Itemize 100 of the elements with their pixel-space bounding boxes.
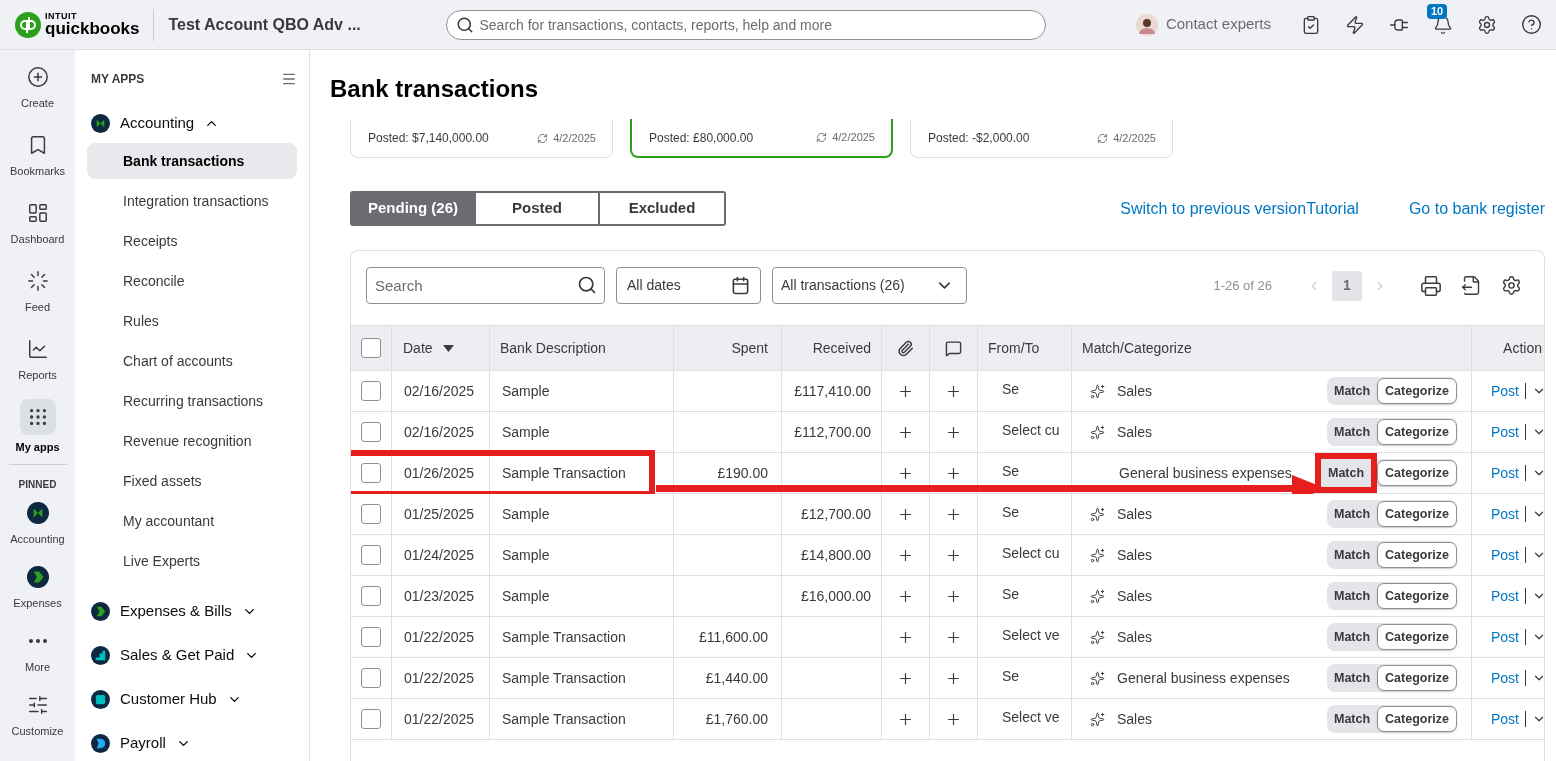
post-link[interactable]: Post: [1491, 421, 1519, 443]
export-icon[interactable]: [1461, 275, 1482, 296]
row-checkbox[interactable]: [361, 627, 381, 647]
categorize-button[interactable]: Categorize: [1377, 419, 1457, 445]
column-header[interactable]: Date: [392, 326, 490, 370]
sidebar-item[interactable]: Reconcile: [87, 263, 297, 299]
rail-label: Expenses: [13, 597, 62, 609]
company-name[interactable]: Test Account QBO Adv ...: [168, 12, 429, 37]
app-section[interactable]: Expenses & Bills: [87, 589, 257, 633]
rail-item[interactable]: Create: [0, 52, 75, 120]
bank-register-link[interactable]: Go to bank register: [1408, 196, 1545, 221]
column-header[interactable]: Received: [782, 326, 882, 370]
rail-item[interactable]: Dashboard: [0, 188, 75, 256]
print-icon[interactable]: [1420, 274, 1442, 297]
categorize-button[interactable]: Categorize: [1377, 378, 1457, 404]
row-checkbox[interactable]: [361, 586, 381, 606]
categorize-button[interactable]: Categorize: [1377, 501, 1457, 527]
sidebar-item[interactable]: Rules: [87, 303, 297, 339]
app-section[interactable]: Payroll: [87, 721, 191, 761]
payee-select[interactable]: Se: [1002, 583, 1020, 605]
lightning-icon[interactable]: [1345, 14, 1365, 35]
categorize-button[interactable]: Categorize: [1377, 624, 1457, 650]
search-field[interactable]: Search for transactions, contacts, reports, help and more: [446, 9, 1047, 40]
match-button[interactable]: Match: [1326, 377, 1378, 405]
match-button[interactable]: Match: [1326, 705, 1378, 733]
clipboard-check-icon[interactable]: [1301, 14, 1321, 35]
post-link[interactable]: Post: [1491, 667, 1519, 689]
rail-item[interactable]: Bookmarks: [0, 120, 75, 188]
sidebar-item[interactable]: Fixed assets: [87, 463, 297, 499]
table-cell: £16,000.00: [782, 576, 882, 616]
app-section[interactable]: Sales & Get Paid: [87, 633, 260, 677]
column-header[interactable]: Match/Categorize: [1072, 326, 1472, 370]
sidebar-item[interactable]: Receipts: [87, 223, 297, 259]
app-section[interactable]: Customer Hub: [87, 677, 242, 721]
post-link[interactable]: Post: [1491, 708, 1519, 730]
match-button[interactable]: Match: [1326, 541, 1378, 569]
match-button[interactable]: Match: [1326, 664, 1378, 692]
select-all-checkbox[interactable]: [361, 338, 381, 358]
sidebar-item[interactable]: My accountant: [87, 503, 297, 539]
contact-experts-button[interactable]: Contact experts: [1135, 13, 1271, 36]
column-header[interactable]: From/To: [978, 326, 1072, 370]
payee-select[interactable]: Se: [1002, 665, 1020, 687]
post-link[interactable]: Post: [1491, 585, 1519, 607]
settings-icon[interactable]: [1501, 275, 1522, 296]
match-button[interactable]: Match: [1326, 582, 1378, 610]
payee-select[interactable]: Se: [1002, 501, 1020, 523]
payee-select[interactable]: Se: [1002, 378, 1020, 400]
transaction-filter-dropdown[interactable]: All transactions (26): [772, 267, 967, 304]
status-tab[interactable]: Pending (26): [352, 193, 476, 224]
row-checkbox[interactable]: [361, 504, 381, 524]
rail-item[interactable]: Feed: [0, 256, 75, 324]
sidebar-item[interactable]: Integration transactions: [87, 183, 297, 219]
payee-select[interactable]: Select ve: [1002, 706, 1060, 728]
row-checkbox[interactable]: [361, 709, 381, 729]
categorize-button[interactable]: Categorize: [1377, 542, 1457, 568]
rail-item[interactable]: Reports: [0, 324, 75, 392]
match-button[interactable]: Match: [1326, 623, 1378, 651]
header-link[interactable]: Tutorial: [1306, 196, 1359, 221]
help-icon[interactable]: [1521, 14, 1542, 35]
row-checkbox[interactable]: [361, 545, 381, 565]
row-checkbox[interactable]: [361, 422, 381, 442]
row-checkbox[interactable]: [361, 381, 381, 401]
account-card[interactable]: Posted: -$2,000.00 4/2/2025: [910, 119, 1173, 158]
categorize-button[interactable]: Categorize: [1377, 583, 1457, 609]
row-checkbox[interactable]: [361, 668, 381, 688]
column-header[interactable]: Action: [1472, 326, 1544, 370]
rail-item[interactable]: My apps: [0, 392, 75, 460]
sidebar-item[interactable]: Bank transactions: [87, 143, 297, 179]
payee-select[interactable]: Select ve: [1002, 624, 1060, 646]
categorize-button[interactable]: Categorize: [1377, 460, 1457, 486]
date-filter[interactable]: All dates: [616, 267, 761, 304]
table-cell: Sample: [490, 535, 674, 575]
post-link[interactable]: Post: [1491, 462, 1519, 484]
header-link[interactable]: Switch to previous version: [1120, 196, 1307, 221]
account-card[interactable]: Posted: $7,140,000.00 4/2/2025: [350, 119, 613, 158]
sidebar-item[interactable]: Chart of accounts: [87, 343, 297, 379]
post-link[interactable]: Post: [1491, 503, 1519, 525]
match-button[interactable]: Match: [1320, 459, 1372, 487]
row-checkbox[interactable]: [361, 463, 381, 483]
search-field[interactable]: Search: [366, 267, 605, 304]
payee-select[interactable]: Select cu: [1002, 419, 1060, 441]
post-link[interactable]: Post: [1491, 380, 1519, 402]
settings-icon[interactable]: [1477, 14, 1497, 35]
current-page[interactable]: 1: [1332, 270, 1362, 301]
match-button[interactable]: Match: [1326, 500, 1378, 528]
sidebar-item[interactable]: Live Experts: [87, 543, 297, 579]
post-link[interactable]: Post: [1491, 544, 1519, 566]
column-header[interactable]: Bank Description: [490, 326, 674, 370]
column-header[interactable]: Spent: [674, 326, 782, 370]
sidebar-item[interactable]: Recurring transactions: [87, 383, 297, 419]
categorize-button[interactable]: Categorize: [1377, 665, 1457, 691]
account-card[interactable]: Posted: £80,000.00 4/2/2025: [630, 119, 893, 158]
payee-select[interactable]: Select cu: [1002, 542, 1060, 564]
payee-select[interactable]: Se: [1002, 460, 1020, 482]
match-button[interactable]: Match: [1326, 418, 1378, 446]
sidebar-item[interactable]: Revenue recognition: [87, 423, 297, 459]
collapse-menu-icon[interactable]: [281, 71, 297, 87]
app-section[interactable]: Accounting: [87, 101, 220, 145]
categorize-button[interactable]: Categorize: [1377, 706, 1457, 732]
post-link[interactable]: Post: [1491, 626, 1519, 648]
